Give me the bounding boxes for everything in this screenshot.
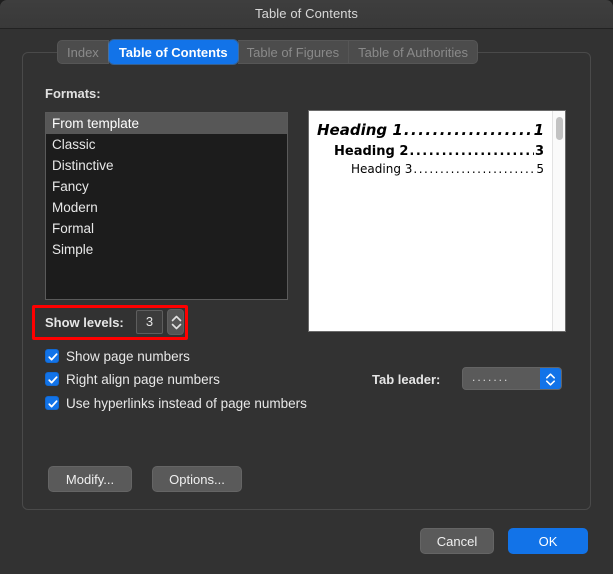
preview-heading-3-leader: ................................... [413,162,535,176]
checkbox-checked-icon [45,372,59,386]
preview-heading-1-leader: ................................... [404,121,533,139]
tab-table-of-contents[interactable]: Table of Contents [109,40,238,64]
preview-heading-3: Heading 3 ..............................… [351,162,544,176]
checkbox-show-page-numbers[interactable]: Show page numbers [45,347,190,365]
checkbox-use-hyperlinks[interactable]: Use hyperlinks instead of page numbers [45,394,307,412]
show-levels-input[interactable]: 3 [136,310,163,334]
preview-heading-1: Heading 1 ..............................… [317,121,544,139]
checkbox-right-align-page-numbers[interactable]: Right align page numbers [45,370,220,388]
checkbox-right-align-page-numbers-label: Right align page numbers [66,372,220,387]
preview-heading-2: Heading 2 ........................... 3 [334,144,544,159]
preview-pane: Heading 1 ..............................… [308,110,566,332]
list-item[interactable]: Simple [46,239,287,260]
list-item[interactable]: Fancy [46,176,287,197]
tab-table-of-figures[interactable]: Table of Figures [238,40,350,64]
table-of-contents-dialog: Table of Contents Index Table of Content… [0,0,613,574]
preview-heading-2-text: Heading 2 [334,144,408,159]
preview-content: Heading 1 ..............................… [309,111,552,331]
checkbox-show-page-numbers-label: Show page numbers [66,349,190,364]
stepper-up-down-icon [171,314,182,331]
tab-leader-label: Tab leader: [372,372,440,387]
checkbox-checked-icon [45,349,59,363]
preview-heading-2-leader: ........................... [409,144,534,159]
dialog-titlebar: Table of Contents [0,0,613,29]
list-item[interactable]: Classic [46,134,287,155]
preview-heading-3-page: 5 [536,162,544,176]
tab-leader-value: ....... [472,370,509,384]
ok-button[interactable]: OK [508,528,588,554]
list-item[interactable]: Formal [46,218,287,239]
tab-table-of-authorities[interactable]: Table of Authorities [349,40,478,64]
chevron-up-down-icon [545,372,556,387]
preview-heading-1-text: Heading 1 [317,121,403,139]
formats-label: Formats: [45,86,101,101]
tab-table-of-figures-label: Table of Figures [247,45,340,60]
options-button[interactable]: Options... [152,466,242,492]
show-levels-stepper[interactable] [167,309,184,335]
dialog-title: Table of Contents [0,6,613,21]
formats-listbox[interactable]: From template Classic Distinctive Fancy … [45,112,288,300]
checkbox-checked-icon [45,396,59,410]
tab-index-label: Index [67,45,99,60]
modify-button[interactable]: Modify... [48,466,132,492]
tab-leader-select[interactable]: ....... [462,367,562,390]
list-item[interactable]: Modern [46,197,287,218]
preview-scrollbar-thumb[interactable] [556,117,563,140]
preview-heading-1-page: 1 [534,121,544,139]
tab-strip: Index Table of Contents Table of Figures… [57,40,478,64]
preview-heading-2-page: 3 [535,144,544,159]
preview-scrollbar[interactable] [552,111,565,331]
list-item[interactable]: From template [46,113,287,134]
cancel-button[interactable]: Cancel [420,528,494,554]
tab-index[interactable]: Index [57,40,109,64]
checkbox-use-hyperlinks-label: Use hyperlinks instead of page numbers [66,396,307,411]
tab-leader-arrow-button[interactable] [540,368,561,389]
list-item[interactable]: Distinctive [46,155,287,176]
tab-table-of-contents-label: Table of Contents [119,45,228,60]
preview-heading-3-text: Heading 3 [351,162,412,176]
tab-table-of-authorities-label: Table of Authorities [358,45,468,60]
show-levels-label: Show levels: [45,315,124,330]
